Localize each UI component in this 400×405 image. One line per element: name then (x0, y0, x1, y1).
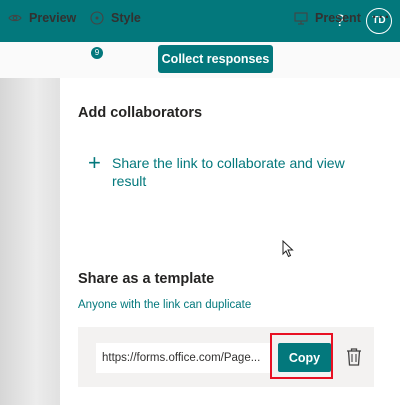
style-label: Style (111, 11, 141, 25)
share-link-label: Share the link to collaborate and view r… (112, 155, 345, 189)
style-button[interactable]: Style (90, 0, 141, 36)
template-url-field[interactable]: https://forms.office.com/Page... (96, 343, 272, 373)
present-label: Present (315, 11, 361, 25)
add-collaborators-heading: Add collaborators (78, 105, 203, 121)
trash-icon[interactable] (345, 347, 363, 367)
collect-responses-button[interactable]: Collect responses (158, 45, 273, 73)
eye-icon (8, 14, 22, 22)
palette-icon (90, 11, 104, 25)
template-subtext: Anyone with the link can duplicate (78, 299, 252, 311)
copy-highlight-box (270, 333, 333, 379)
more-options-button[interactable]: ··· (372, 0, 391, 36)
present-button[interactable]: Present (294, 0, 361, 36)
form-canvas-edge (0, 78, 60, 405)
share-template-heading: Share as a template (78, 271, 215, 287)
monitor-icon (294, 11, 308, 25)
plus-icon: + (88, 150, 101, 175)
style-badge: 9 (91, 47, 103, 59)
mouse-pointer-icon (282, 240, 294, 258)
preview-button[interactable]: Preview (8, 0, 76, 36)
preview-label: Preview (29, 11, 77, 25)
